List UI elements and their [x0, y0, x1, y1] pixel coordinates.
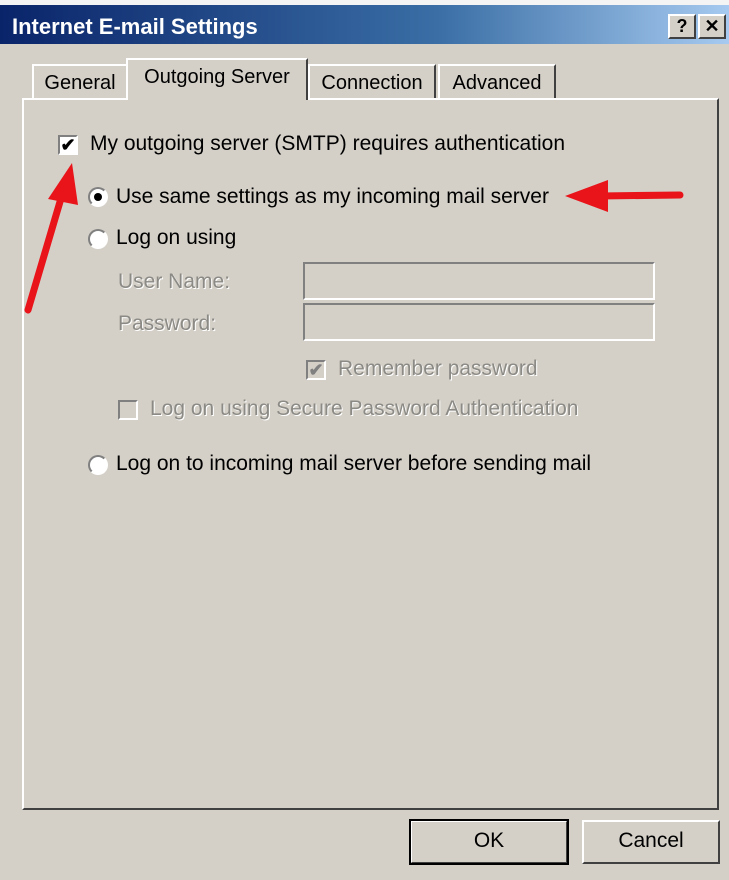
window-title: Internet E-mail Settings — [12, 14, 258, 39]
log-on-incoming-label: Log on to incoming mail server before se… — [116, 452, 592, 475]
same-settings-label: Use same settings as my incoming mail se… — [116, 185, 549, 208]
spa-checkbox[interactable] — [118, 400, 138, 420]
help-button[interactable]: ? — [668, 14, 696, 39]
tab-general[interactable]: General — [32, 64, 128, 100]
annotation-arrow-icon — [565, 180, 684, 212]
requires-auth-label: My outgoing server (SMTP) requires authe… — [90, 132, 566, 155]
close-button[interactable]: ✕ — [698, 14, 726, 39]
ok-button[interactable]: OK — [409, 819, 569, 865]
tab-advanced[interactable]: Advanced — [438, 64, 556, 100]
remember-password-label: Remember password — [338, 357, 538, 380]
password-field[interactable] — [303, 303, 655, 341]
log-on-using-radio[interactable] — [88, 229, 108, 249]
username-field[interactable] — [303, 262, 655, 300]
requires-auth-checkbox[interactable]: ✔ — [58, 135, 78, 155]
annotation-arrow-icon — [24, 163, 78, 314]
title-bar: Internet E-mail Settings ? ✕ — [0, 5, 729, 44]
log-on-incoming-radio[interactable] — [88, 455, 108, 475]
spa-label: Log on using Secure Password Authenticat… — [150, 397, 579, 420]
tab-connection[interactable]: Connection — [308, 64, 436, 100]
username-label: User Name: — [118, 270, 231, 293]
log-on-using-label: Log on using — [116, 226, 237, 249]
remember-password-checkbox[interactable]: ✔ — [306, 360, 326, 380]
password-label: Password: — [118, 312, 217, 335]
cancel-button[interactable]: Cancel — [582, 820, 720, 864]
tab-outgoing-server[interactable]: Outgoing Server — [126, 58, 308, 100]
same-settings-radio[interactable] — [88, 187, 108, 207]
